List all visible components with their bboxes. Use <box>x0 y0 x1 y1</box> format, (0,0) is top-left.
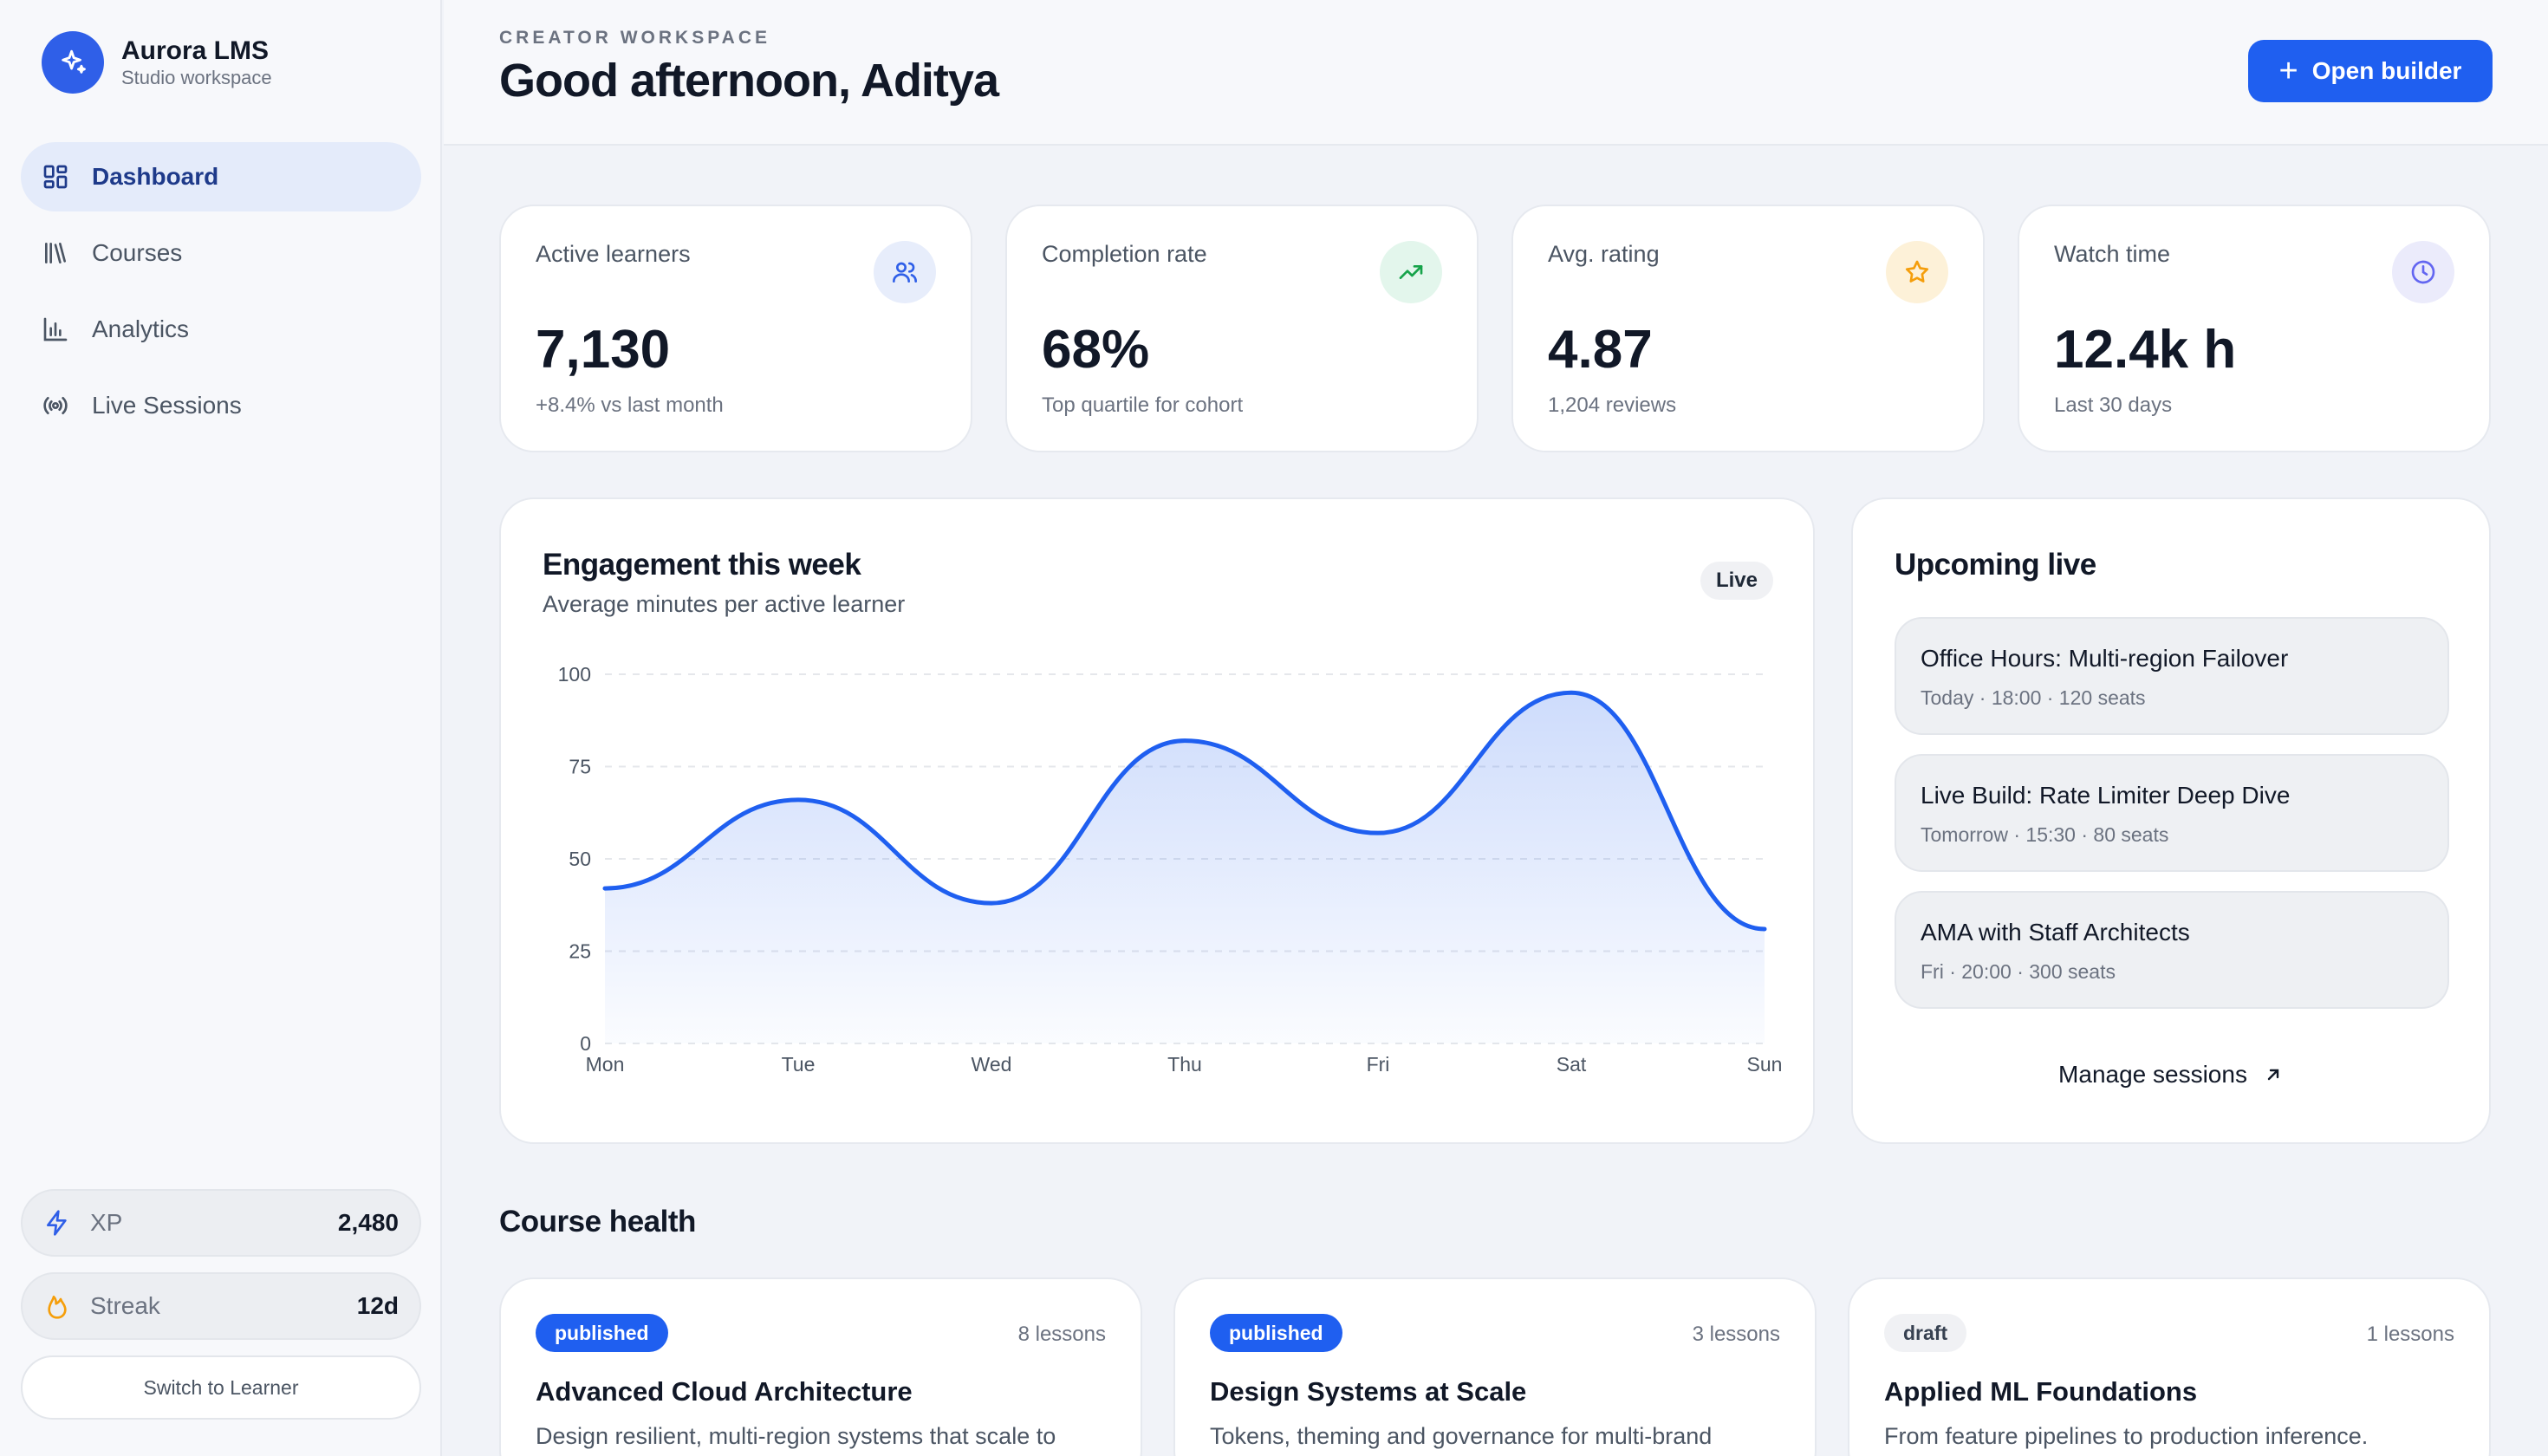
course-title: Applied ML Foundations <box>1884 1376 2198 1407</box>
sidebar-item-live-sessions[interactable]: Live Sessions <box>21 371 421 440</box>
streak-label: Streak <box>90 1292 160 1319</box>
course-card[interactable]: draft 1 lessons Applied ML Foundations F… <box>1848 1277 2491 1456</box>
y-tick-label: 0 <box>580 1032 591 1055</box>
sparkles-icon <box>42 31 104 94</box>
kpi-value: 7,130 <box>536 320 671 380</box>
course-title: Advanced Cloud Architecture <box>536 1376 913 1407</box>
arrow-up-right-icon <box>2263 1061 2284 1088</box>
kpi-sub: Last 30 days <box>2054 393 2173 417</box>
kpi-label: Active learners <box>536 241 691 267</box>
kpi-sub: Top quartile for cohort <box>1042 393 1244 417</box>
course-title: Design Systems at Scale <box>1210 1376 1527 1407</box>
session-item[interactable]: Live Build: Rate Limiter Deep Dive Tomor… <box>1895 754 2449 872</box>
y-tick-label: 25 <box>569 940 591 963</box>
course-description: Design resilient, multi-region systems t… <box>536 1423 1056 1449</box>
users-icon <box>874 241 936 303</box>
kpi-label: Watch time <box>2054 241 2171 267</box>
clock-icon <box>2392 241 2454 303</box>
workspace-eyebrow: CREATOR WORKSPACE <box>499 28 771 48</box>
lesson-count: 1 lessons <box>2366 1323 2454 1346</box>
kpi-value: 12.4k h <box>2054 320 2237 380</box>
course-card[interactable]: published 8 lessons Advanced Cloud Archi… <box>499 1277 1142 1456</box>
session-item[interactable]: Office Hours: Multi-region Failover Toda… <box>1895 617 2449 735</box>
status-badge: published <box>1210 1314 1342 1352</box>
kpi-value: 68% <box>1042 320 1150 380</box>
switch-to-learner-button[interactable]: Switch to Learner <box>21 1355 421 1420</box>
course-card[interactable]: published 3 lessons Design Systems at Sc… <box>1173 1277 1817 1456</box>
top-bar: CREATOR WORKSPACE Good afternoon, Aditya… <box>444 0 2548 146</box>
trending-up-icon <box>1380 241 1442 303</box>
sidebar-item-label: Dashboard <box>92 163 219 190</box>
y-tick-label: 75 <box>569 756 591 778</box>
xp-counter: XP 2,480 <box>21 1189 421 1257</box>
bar-chart-icon <box>43 317 68 341</box>
open-builder-label: Open builder <box>2311 57 2462 84</box>
engagement-chart-card: Engagement this week Average minutes per… <box>499 497 1815 1144</box>
flame-icon <box>48 1296 67 1319</box>
engagement-chart: 0 25 50 75 100 Mon Tue Wed Thu Fri Sat Sun <box>558 663 1783 1076</box>
session-meta: Tomorrow · 15:30 · 80 seats <box>1921 823 2169 846</box>
manage-sessions-link[interactable]: Manage sessions <box>1853 1061 2489 1089</box>
streak-value: 12d <box>356 1292 399 1319</box>
status-badge: published <box>536 1314 668 1352</box>
kpi-card-avg-rating: Avg. rating 4.87 1,204 reviews <box>1511 205 1985 452</box>
open-builder-button[interactable]: + Open builder <box>2248 40 2493 102</box>
kpi-card-watch-time: Watch time 12.4k h Last 30 days <box>2018 205 2491 452</box>
course-description: Tokens, theming and governance for multi… <box>1210 1423 1713 1449</box>
kpi-label: Completion rate <box>1042 241 1207 267</box>
x-tick-label: Fri <box>1367 1053 1390 1076</box>
x-tick-label: Tue <box>782 1053 816 1076</box>
x-tick-label: Sat <box>1557 1053 1587 1076</box>
session-meta: Today · 18:00 · 120 seats <box>1921 686 2146 709</box>
dashboard-icon <box>43 165 68 189</box>
sidebar-item-dashboard[interactable]: Dashboard <box>21 142 421 211</box>
star-icon <box>1886 241 1948 303</box>
y-tick-label: 100 <box>558 663 591 686</box>
y-tick-label: 50 <box>569 848 591 870</box>
brand[interactable]: Aurora LMS Studio workspace <box>42 31 272 94</box>
kpi-label: Avg. rating <box>1548 241 1660 267</box>
series-area <box>605 692 1765 1043</box>
session-title: Office Hours: Multi-region Failover <box>1921 645 2289 672</box>
session-title: AMA with Staff Architects <box>1921 919 2190 946</box>
xp-value: 2,480 <box>337 1209 399 1236</box>
course-description: From feature pipelines to production inf… <box>1884 1423 2369 1449</box>
lightning-icon <box>47 1210 67 1236</box>
kpi-value: 4.87 <box>1548 320 1653 380</box>
sidebar: Aurora LMS Studio workspace Dashboard Co… <box>0 0 442 1456</box>
kpi-sub: 1,204 reviews <box>1548 393 1677 417</box>
xp-label: XP <box>90 1209 123 1236</box>
upcoming-title: Upcoming live <box>1895 548 2096 582</box>
sidebar-item-label: Courses <box>92 239 183 266</box>
kpi-card-active-learners: Active learners 7,130 +8.4% vs last mont… <box>499 205 972 452</box>
x-tick-label: Wed <box>972 1053 1012 1076</box>
course-health-title: Course health <box>499 1205 696 1238</box>
page-title: Good afternoon, Aditya <box>499 55 999 107</box>
sidebar-item-analytics[interactable]: Analytics <box>21 295 421 364</box>
session-item[interactable]: AMA with Staff Architects Fri · 20:00 · … <box>1895 891 2449 1009</box>
brand-subtitle: Studio workspace <box>121 67 272 88</box>
status-badge: draft <box>1884 1314 1967 1352</box>
library-icon <box>45 243 66 263</box>
x-tick-label: Mon <box>586 1053 625 1076</box>
kpi-sub: +8.4% vs last month <box>536 393 724 417</box>
sidebar-item-label: Live Sessions <box>92 392 242 419</box>
manage-sessions-label: Manage sessions <box>2058 1061 2247 1088</box>
sidebar-item-label: Analytics <box>92 315 190 342</box>
plus-icon: + <box>2278 52 2298 89</box>
session-meta: Fri · 20:00 · 300 seats <box>1921 960 2116 983</box>
lesson-count: 3 lessons <box>1692 1323 1780 1346</box>
session-title: Live Build: Rate Limiter Deep Dive <box>1921 782 2291 809</box>
lesson-count: 8 lessons <box>1017 1323 1106 1346</box>
brand-name: Aurora LMS <box>121 36 270 65</box>
upcoming-live-card: Upcoming live Office Hours: Multi-region… <box>1851 497 2491 1144</box>
sidebar-nav: Dashboard Courses Analytics Live Session… <box>21 142 421 447</box>
x-tick-label: Sun <box>1747 1053 1783 1076</box>
x-tick-label: Thu <box>1167 1053 1202 1076</box>
kpi-card-completion-rate: Completion rate 68% Top quartile for coh… <box>1005 205 1479 452</box>
broadcast-icon <box>43 397 68 414</box>
sidebar-item-courses[interactable]: Courses <box>21 218 421 288</box>
streak-counter: Streak 12d <box>21 1272 421 1340</box>
